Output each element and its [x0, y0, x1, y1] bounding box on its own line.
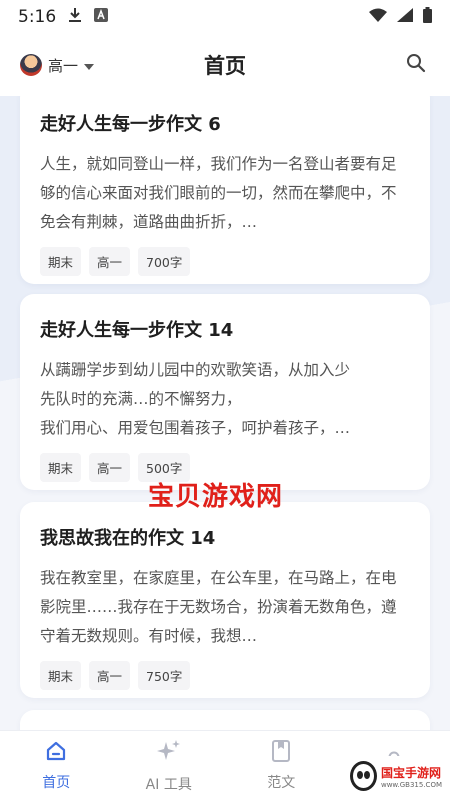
bookmark-icon: [271, 739, 291, 766]
sparkle-icon: [156, 738, 182, 768]
tab-label: 首页: [42, 774, 71, 791]
tab-label: AI 工具: [145, 776, 192, 793]
tab-home[interactable]: 首页: [0, 731, 113, 800]
avatar: [20, 54, 42, 76]
tag-grade: 高一: [89, 661, 131, 690]
essay-list[interactable]: 走好人生每一步作文 6 人生，就如同登山一样，我们作为一名登山者要有足够的信心来…: [0, 96, 450, 730]
app-a-icon: [94, 7, 109, 27]
essay-card[interactable]: 走好人生每一步作文 14 从蹒跚学步到幼儿园中的欢歌笑语，从加入少 先队时的充满…: [20, 294, 430, 490]
caret-down-icon: [84, 56, 95, 74]
essay-card[interactable]: [20, 710, 430, 730]
corner-logo: 国宝手游网 www.GB315.COM: [346, 756, 446, 796]
home-icon: [45, 740, 67, 766]
status-time: 5:16: [18, 7, 57, 27]
logo-main-text: 国宝手游网: [380, 765, 441, 780]
tab-label: 范文: [267, 774, 296, 791]
tag-exam: 期末: [40, 247, 82, 276]
excerpt-line: 从蹒跚学步到幼儿园中的欢歌笑语，从加入少: [40, 361, 351, 379]
signal-icon: [397, 7, 413, 27]
tag-word-count: 750字: [138, 661, 191, 690]
essay-title: 走好人生每一步作文 6: [40, 114, 221, 135]
download-icon: [68, 7, 82, 28]
essay-excerpt: 从蹒跚学步到幼儿园中的欢歌笑语，从加入少 先队时的充满…的不懈努力， 我们用心、…: [40, 356, 410, 443]
tag-word-count: 700字: [138, 247, 191, 276]
logo-sub-text: www.GB315.COM: [380, 780, 442, 789]
excerpt-line: 先队时的充满…的不懈努力，: [40, 390, 242, 408]
essay-tags: 期末 高一 750字: [40, 661, 410, 690]
grade-selector[interactable]: 高一: [20, 54, 95, 76]
search-button[interactable]: [402, 51, 430, 79]
essay-title: 我思故我在的作文 14: [40, 528, 216, 549]
essay-card[interactable]: 走好人生每一步作文 6 人生，就如同登山一样，我们作为一名登山者要有足够的信心来…: [20, 96, 430, 284]
essay-excerpt: 我在教室里，在家庭里，在公车里，在马路上，在电影院里……我存在于无数场合，扮演着…: [40, 569, 397, 645]
wifi-icon: [369, 7, 387, 27]
excerpt-line: 我们用心、用爱包围着孩子，呵护着孩子，…: [40, 419, 351, 437]
tag-grade: 高一: [89, 453, 131, 482]
essay-card[interactable]: 我思故我在的作文 14 我在教室里，在家庭里，在公车里，在马路上，在电影院里………: [20, 502, 430, 698]
tag-exam: 期末: [40, 661, 82, 690]
essay-title: 走好人生每一步作文 14: [40, 320, 234, 341]
panda-icon: [350, 761, 377, 791]
tag-exam: 期末: [40, 453, 82, 482]
search-icon: [406, 53, 426, 77]
status-bar: 5:16: [0, 0, 450, 34]
tab-ai-tools[interactable]: AI 工具: [113, 731, 226, 800]
grade-label: 高一: [48, 56, 79, 75]
tag-grade: 高一: [89, 247, 131, 276]
app-header: 高一 首页: [0, 34, 450, 96]
tab-essays[interactable]: 范文: [225, 731, 338, 800]
battery-icon: [423, 6, 432, 28]
watermark: 宝贝游戏网: [148, 482, 284, 512]
essay-excerpt: 人生，就如同登山一样，我们作为一名登山者要有足够的信心来面对我们眼前的一切，然而…: [40, 155, 397, 231]
essay-tags: 期末 高一 700字: [40, 247, 410, 276]
